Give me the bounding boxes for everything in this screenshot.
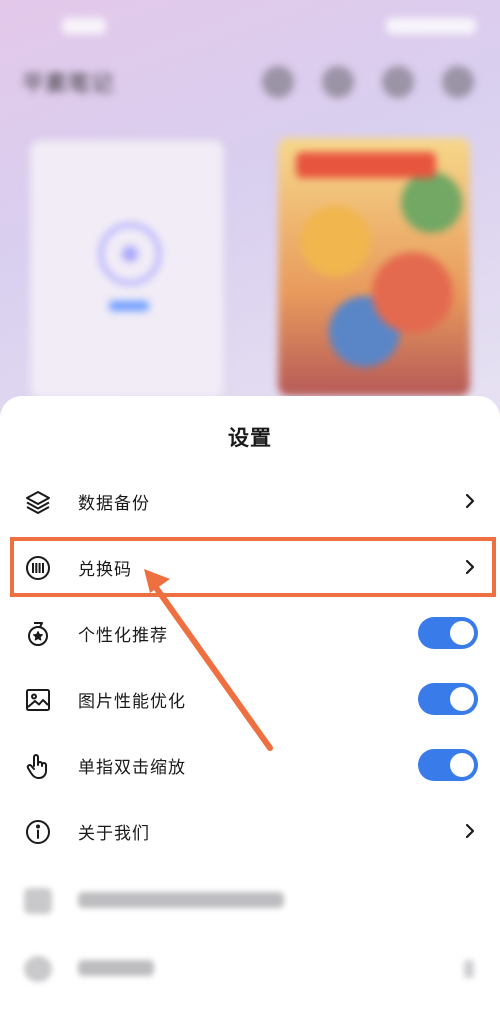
hand-pointer-icon — [24, 752, 52, 780]
background-app: 平素笔记 — [0, 0, 500, 420]
info-icon — [24, 818, 52, 846]
double-tap-zoom-toggle[interactable] — [418, 749, 478, 781]
status-icons — [386, 18, 476, 34]
calendar-icon — [382, 66, 414, 98]
chevron-right-icon — [462, 819, 478, 843]
cover-banner — [296, 152, 436, 178]
settings-item-label: 数据备份 — [78, 494, 150, 514]
image-icon — [24, 686, 52, 714]
layers-icon — [24, 488, 52, 516]
settings-item-data-backup[interactable]: 数据备份 — [0, 468, 500, 534]
obscured-account-row — [0, 868, 500, 934]
obscured-account-row — [0, 936, 500, 1002]
status-bar — [0, 0, 500, 52]
chevron-right-icon — [462, 489, 478, 513]
obscured-text — [78, 892, 284, 908]
settings-item-label: 单指双击缩放 — [78, 758, 186, 778]
settings-item-label: 关于我们 — [78, 824, 150, 844]
settings-item-label: 图片性能优化 — [78, 692, 186, 712]
obscured-icon — [24, 956, 52, 982]
toggle-knob — [450, 687, 474, 711]
toggle-knob — [450, 621, 474, 645]
settings-item-double-tap-zoom: 单指双击缩放 — [0, 732, 500, 798]
obscured-chevron — [464, 960, 474, 978]
sheet-title: 设置 — [228, 426, 272, 450]
annotation-highlight-box — [10, 537, 496, 597]
settings-sheet: 设置 数据备份 兑换码 个性化推荐 图片性能优化 单指双击缩放 关于我们 — [0, 396, 500, 1026]
add-label — [109, 301, 149, 311]
badge-star-icon — [24, 620, 52, 648]
inbox-icon — [262, 66, 294, 98]
settings-icon — [442, 66, 474, 98]
obscured-text — [78, 960, 154, 976]
settings-item-personalized-recommendation: 个性化推荐 — [0, 600, 500, 666]
settings-item-image-optimization: 图片性能优化 — [0, 666, 500, 732]
status-time — [62, 18, 106, 34]
settings-item-about-us[interactable]: 关于我们 — [0, 798, 500, 864]
add-notebook-card — [30, 140, 224, 398]
personalized-recommendation-toggle[interactable] — [418, 617, 478, 649]
obscured-icon — [24, 888, 52, 914]
settings-item-label: 个性化推荐 — [78, 626, 168, 646]
add-icon — [99, 223, 161, 285]
app-title: 平素笔记 — [22, 72, 115, 97]
toggle-knob — [450, 753, 474, 777]
edit-icon — [322, 66, 354, 98]
image-optimization-toggle[interactable] — [418, 683, 478, 715]
notebook-cover-card — [278, 138, 470, 396]
